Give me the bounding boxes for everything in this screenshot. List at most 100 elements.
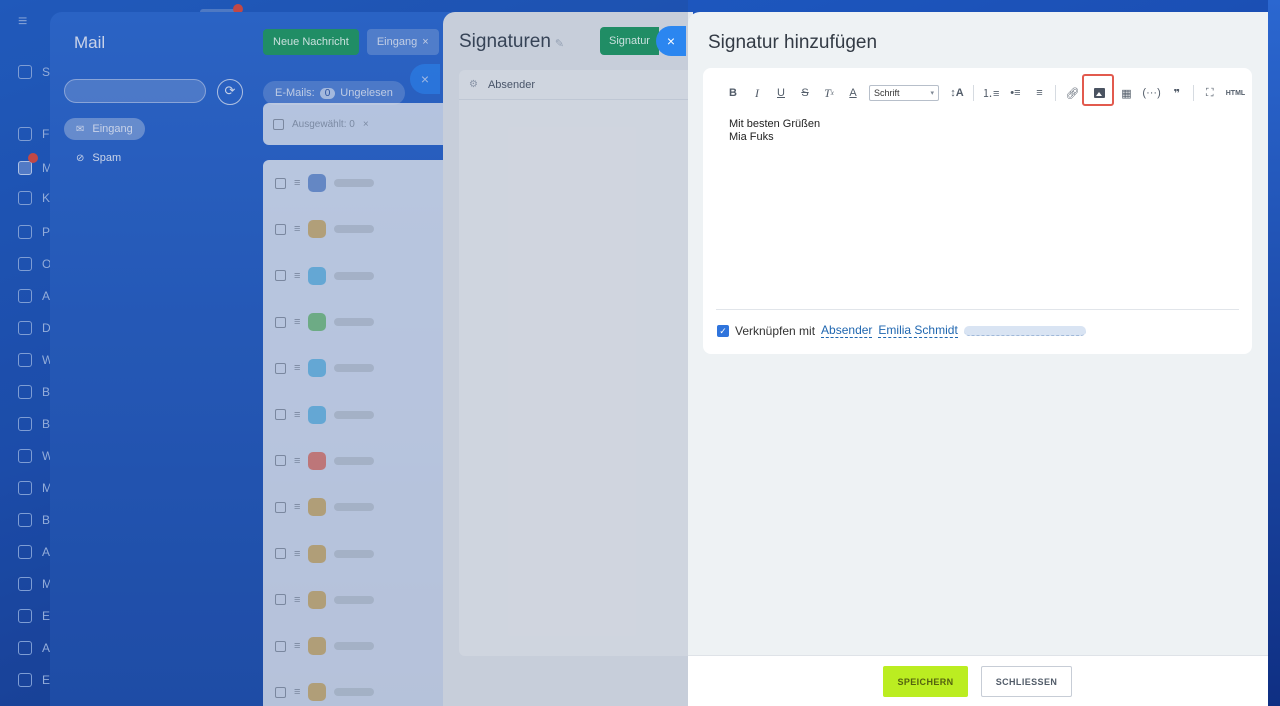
avatar: [308, 498, 327, 517]
mail-row[interactable]: ≡: [263, 391, 453, 437]
drag-handle-icon[interactable]: ≡: [294, 686, 300, 698]
fullscreen-button[interactable]: ⛶: [1202, 82, 1218, 104]
mail-row[interactable]: ≡: [263, 206, 453, 252]
text-color-button[interactable]: A: [845, 82, 861, 104]
sender-name-link[interactable]: Emilia Schmidt: [878, 324, 958, 338]
avatar: [308, 313, 327, 332]
row-checkbox[interactable]: [275, 640, 286, 652]
mail-row[interactable]: ≡: [263, 160, 453, 206]
nav-item-icon: [18, 609, 32, 623]
table-button[interactable]: ▦: [1118, 82, 1134, 104]
html-button[interactable]: HTML: [1226, 82, 1245, 104]
mail-row[interactable]: ≡: [263, 299, 453, 345]
sender-link[interactable]: Absender: [821, 324, 873, 338]
select-all-checkbox[interactable]: [273, 118, 284, 130]
folder-inbox-label: Eingang: [92, 123, 133, 135]
mail-row[interactable]: ≡: [263, 530, 453, 576]
nav-item-icon: [18, 289, 32, 303]
folder-inbox[interactable]: ✉ Eingang: [64, 118, 145, 140]
add-signature-button[interactable]: Signatur: [600, 27, 659, 55]
menu-icon[interactable]: ≡: [18, 13, 27, 31]
clear-selection-icon[interactable]: ×: [363, 119, 369, 130]
insert-image-button[interactable]: [1082, 74, 1115, 106]
signatures-close-tab[interactable]: ×: [656, 26, 686, 56]
avatar: [308, 266, 327, 285]
drag-handle-icon[interactable]: ≡: [294, 455, 300, 467]
sender-name-blurred: [334, 595, 375, 604]
italic-button[interactable]: I: [749, 82, 765, 104]
gear-icon[interactable]: ⚙: [469, 79, 478, 90]
sender-column-header: Absender: [487, 78, 536, 91]
drag-handle-icon[interactable]: ≡: [294, 316, 300, 328]
mail-search-input[interactable]: [64, 79, 206, 103]
drag-handle-icon[interactable]: ≡: [294, 594, 300, 606]
row-checkbox[interactable]: [275, 316, 286, 328]
code-button[interactable]: (···): [1142, 82, 1160, 104]
row-checkbox[interactable]: [275, 362, 286, 374]
link-checkbox[interactable]: ✓: [717, 325, 729, 337]
nav-item-icon: [18, 385, 32, 399]
row-checkbox[interactable]: [275, 223, 286, 235]
row-checkbox[interactable]: [275, 548, 286, 560]
mail-row[interactable]: ≡: [263, 623, 453, 669]
close-icon[interactable]: ×: [422, 36, 428, 48]
drag-handle-icon[interactable]: ≡: [294, 409, 300, 421]
drag-handle-icon[interactable]: ≡: [294, 548, 300, 560]
mail-close-tab[interactable]: ×: [410, 64, 440, 94]
new-message-button[interactable]: Neue Nachricht: [263, 29, 359, 55]
mail-row[interactable]: ≡: [263, 438, 453, 484]
save-button[interactable]: SPEICHERN: [883, 666, 968, 697]
editor-content[interactable]: Mit besten Grüßen Mia Fuks: [729, 118, 1229, 144]
signature-editor: B I U S Tx A Schrift ▾ ↕A ⒈≡ •≡ ≡ 🔗︎ ▦ (…: [703, 68, 1252, 354]
folder-spam[interactable]: ⊘ Spam: [64, 147, 133, 169]
emails-count: 0: [319, 87, 336, 99]
drag-handle-icon[interactable]: ≡: [294, 640, 300, 652]
sender-name-blurred: [334, 503, 375, 512]
right-edge: [1268, 0, 1280, 706]
mail-row[interactable]: ≡: [263, 253, 453, 299]
drag-handle-icon[interactable]: ≡: [294, 501, 300, 513]
clear-format-button[interactable]: Tx: [821, 82, 837, 104]
bulleted-list-button[interactable]: •≡: [1007, 82, 1023, 104]
row-checkbox[interactable]: [275, 501, 286, 513]
drag-handle-icon[interactable]: ≡: [294, 177, 300, 189]
row-checkbox[interactable]: [275, 686, 286, 698]
notification-badge: [28, 153, 38, 163]
edit-icon[interactable]: ✎: [555, 38, 564, 50]
signature-line: Mit besten Grüßen: [729, 118, 821, 130]
sender-email-link[interactable]: [963, 326, 1086, 336]
bold-button[interactable]: B: [725, 82, 741, 104]
nav-item-icon: [18, 321, 32, 335]
row-checkbox[interactable]: [275, 594, 286, 606]
mail-row[interactable]: ≡: [263, 484, 453, 530]
quote-button[interactable]: ❞: [1169, 82, 1185, 104]
nav-item-icon: [18, 417, 32, 431]
drag-handle-icon[interactable]: ≡: [294, 362, 300, 374]
row-checkbox[interactable]: [275, 455, 286, 467]
unread-label[interactable]: Ungelesen: [340, 87, 393, 99]
mail-row[interactable]: ≡: [263, 577, 453, 623]
drag-handle-icon[interactable]: ≡: [294, 223, 300, 235]
align-button[interactable]: ≡: [1031, 82, 1047, 104]
nav-item-label: A: [42, 289, 51, 303]
numbered-list-button[interactable]: ⒈≡: [982, 82, 999, 104]
row-checkbox[interactable]: [275, 409, 286, 421]
avatar: [308, 637, 327, 656]
underline-button[interactable]: U: [773, 82, 789, 104]
drag-handle-icon[interactable]: ≡: [294, 270, 300, 282]
strikethrough-button[interactable]: S: [797, 82, 813, 104]
avatar: [308, 405, 327, 424]
nav-item-label: E: [42, 609, 51, 623]
font-size-button[interactable]: ↕A: [949, 82, 965, 104]
filter-chip[interactable]: Eingang ×: [366, 29, 439, 55]
mail-row[interactable]: ≡: [263, 669, 453, 706]
font-select[interactable]: Schrift ▾: [869, 85, 939, 101]
nav-item-icon: [18, 191, 32, 205]
mail-toolbar: Neue Nachricht Eingang ×: [263, 29, 439, 55]
refresh-icon[interactable]: ⟳: [217, 79, 243, 105]
row-checkbox[interactable]: [275, 270, 286, 282]
mail-row[interactable]: ≡: [263, 345, 453, 391]
close-button[interactable]: SCHLIESSEN: [981, 666, 1072, 697]
row-checkbox[interactable]: [275, 177, 286, 189]
link-button[interactable]: 🔗︎: [1064, 82, 1080, 104]
